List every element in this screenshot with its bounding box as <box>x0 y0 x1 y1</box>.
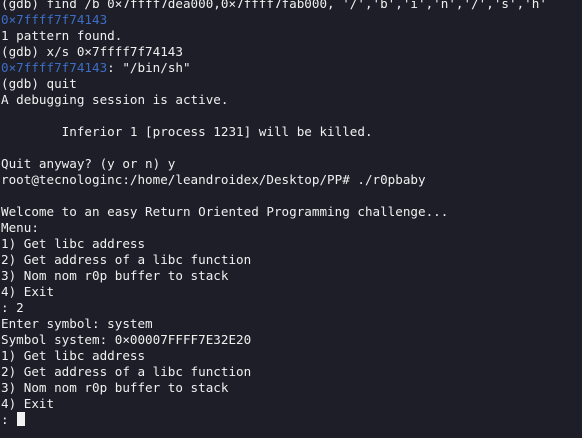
line-text: 2) Get address of a libc function <box>1 252 252 267</box>
line-text: (gdb) find /b 0×7ffff7dea000,0×7ffff7fab… <box>1 0 547 11</box>
terminal-line: 2) Get address of a libc function <box>1 252 582 268</box>
terminal-window[interactable]: (gdb) find /b 0×7ffff7dea000,0×7ffff7fab… <box>0 0 582 438</box>
terminal-line: 4) Exit <box>1 396 582 412</box>
line-text: Menu: <box>1 220 39 235</box>
line-text: Quit anyway? (y or n) y <box>1 156 176 171</box>
terminal-line: (gdb) x/s 0×7ffff7f74143 <box>1 44 582 60</box>
line-text: Enter symbol: system <box>1 316 153 331</box>
line-text: 3) Nom nom r0p buffer to stack <box>1 268 229 283</box>
line-text: : "/bin/sh" <box>107 60 191 75</box>
line-text: 1 pattern found. <box>1 28 123 43</box>
terminal-line: 0×7ffff7f74143 <box>1 12 582 28</box>
terminal-line: Menu: <box>1 220 582 236</box>
terminal-line: 2) Get address of a libc function <box>1 364 582 380</box>
line-text: (gdb) quit <box>1 76 77 91</box>
terminal-line: Welcome to an easy Return Oriented Progr… <box>1 204 582 220</box>
terminal-line: 3) Nom nom r0p buffer to stack <box>1 268 582 284</box>
line-text: root@tecnologinc:/home/leandroidex/Deskt… <box>1 172 426 187</box>
line-text: 2) Get address of a libc function <box>1 364 252 379</box>
terminal-line: : 2 <box>1 300 582 316</box>
line-text: 4) Exit <box>1 284 55 299</box>
line-text: 3) Nom nom r0p buffer to stack <box>1 380 229 395</box>
terminal-cursor[interactable] <box>16 412 25 426</box>
terminal-line: Symbol system: 0×00007FFFF7E32E20 <box>1 332 582 348</box>
line-text: A debugging session is active. <box>1 92 229 107</box>
address-text: 0×7ffff7f74143 <box>1 12 108 27</box>
terminal-line: 1) Get libc address <box>1 236 582 252</box>
terminal-line: 1 pattern found. <box>1 28 582 44</box>
line-text: Symbol system: 0×00007FFFF7E32E20 <box>1 332 252 347</box>
line-text: 1) Get libc address <box>1 348 146 363</box>
address-text: 0×7ffff7f74143 <box>1 60 108 75</box>
terminal-line: root@tecnologinc:/home/leandroidex/Deskt… <box>1 172 582 188</box>
terminal-line: Quit anyway? (y or n) y <box>1 156 582 172</box>
line-text: 4) Exit <box>1 396 55 411</box>
input-prompt: : <box>1 412 9 427</box>
terminal-line: 1) Get libc address <box>1 348 582 364</box>
terminal-input-line[interactable]: : <box>1 412 582 428</box>
terminal-output: (gdb) find /b 0×7ffff7dea000,0×7ffff7fab… <box>1 0 582 428</box>
terminal-line: Enter symbol: system <box>1 316 582 332</box>
line-text: Welcome to an easy Return Oriented Progr… <box>1 204 449 219</box>
line-text: : 2 <box>1 300 24 315</box>
terminal-line: (gdb) quit <box>1 76 582 92</box>
terminal-line: Inferior 1 [process 1231] will be killed… <box>1 124 582 140</box>
terminal-line: 3) Nom nom r0p buffer to stack <box>1 380 582 396</box>
terminal-line: (gdb) find /b 0×7ffff7dea000,0×7ffff7fab… <box>1 0 582 12</box>
line-text: (gdb) x/s 0×7ffff7f74143 <box>1 44 183 59</box>
terminal-line: A debugging session is active. <box>1 92 582 108</box>
terminal-line: 4) Exit <box>1 284 582 300</box>
line-text: 1) Get libc address <box>1 236 146 251</box>
line-text: Inferior 1 [process 1231] will be killed… <box>1 124 373 139</box>
terminal-line: 0×7ffff7f74143: "/bin/sh" <box>1 60 582 76</box>
